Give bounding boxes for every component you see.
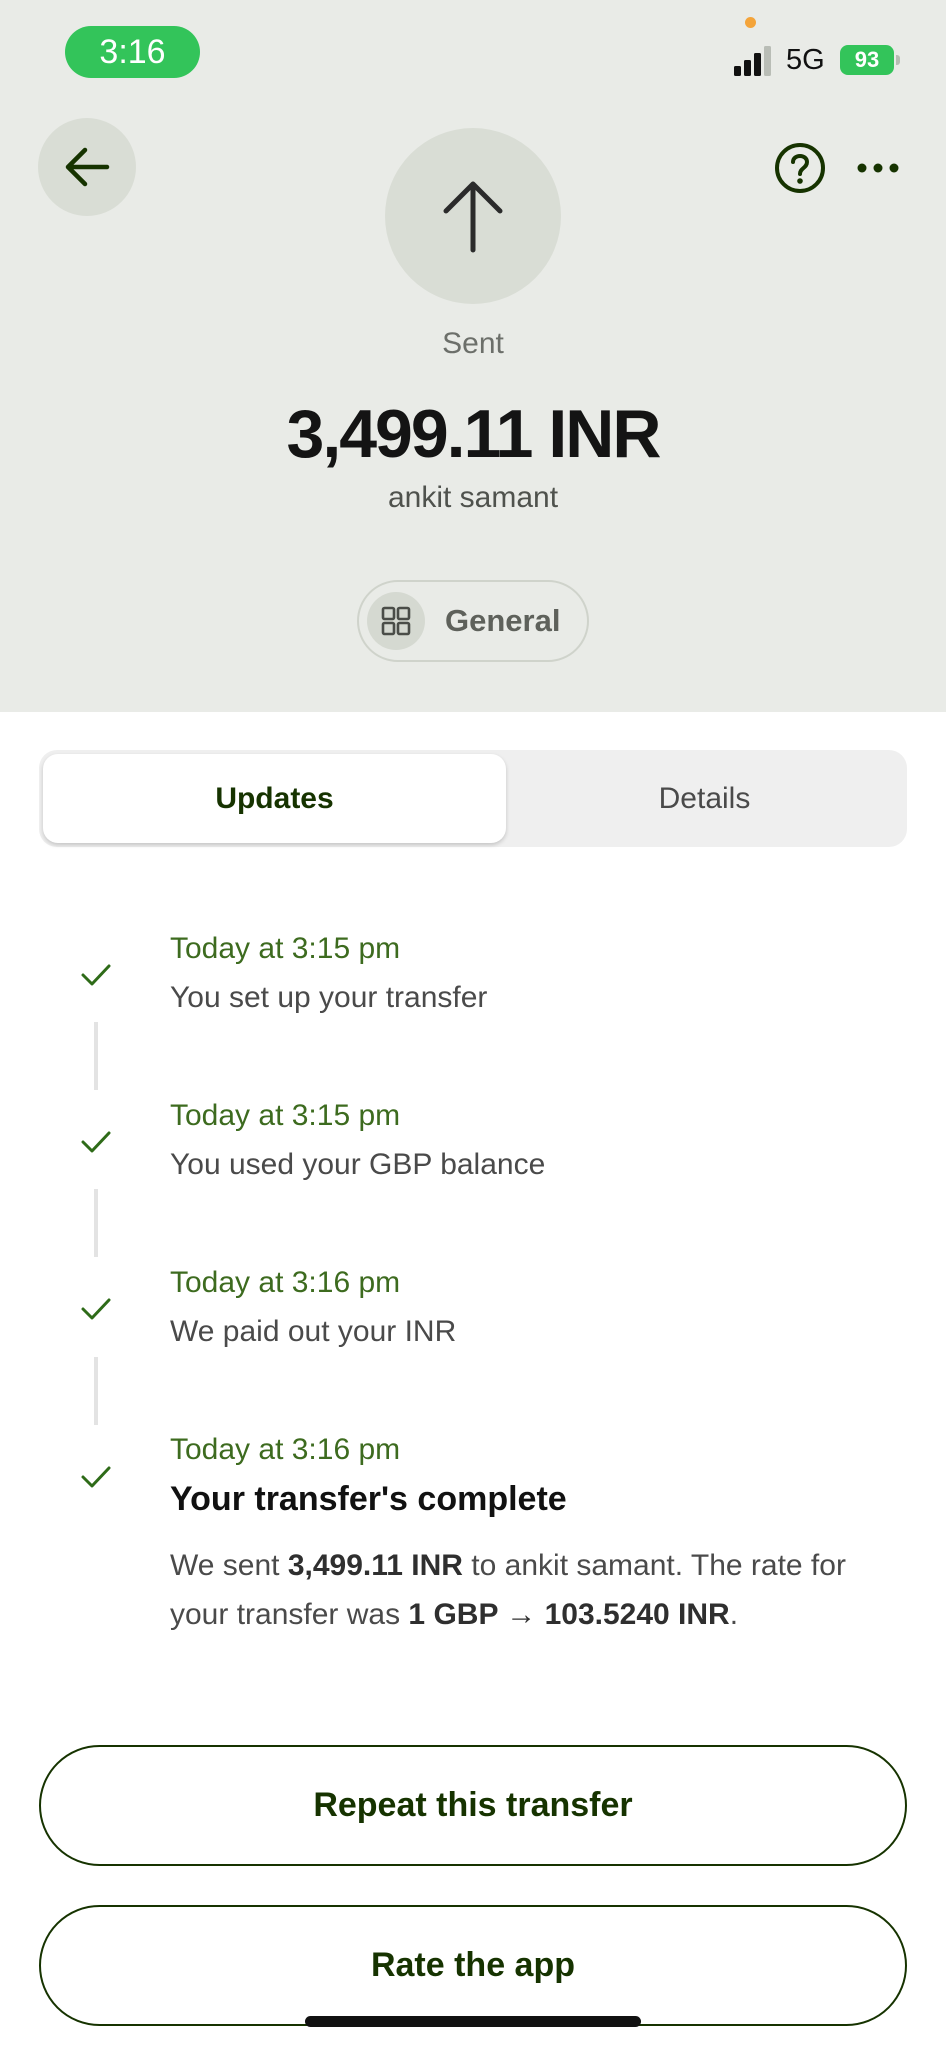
timeline-step-text: You used your GBP balance	[170, 1148, 546, 1181]
category-label: General	[445, 603, 561, 638]
help-button[interactable]	[772, 140, 828, 196]
tab-details[interactable]: Details	[506, 754, 903, 843]
transfer-type-badge	[385, 128, 561, 304]
signal-icon	[734, 46, 771, 76]
network-type: 5G	[786, 44, 825, 76]
timeline-connector	[94, 1189, 98, 1257]
battery-icon: 93	[840, 45, 900, 75]
recipient-name: ankit samant	[387, 481, 559, 514]
check-icon	[78, 1124, 114, 1160]
timeline-step-time: Today at 3:16 pm	[170, 1266, 401, 1299]
rate-app-button[interactable]: Rate the app	[39, 1905, 907, 2026]
timeline-step-title: Your transfer's complete	[170, 1480, 567, 1518]
timeline-step-time: Today at 3:15 pm	[170, 1099, 401, 1132]
timeline-step-time: Today at 3:15 pm	[170, 932, 401, 965]
timeline-connector	[94, 1357, 98, 1425]
more-button[interactable]	[850, 140, 906, 196]
desc-text: .	[729, 1598, 739, 1631]
transfer-amount: 3,499.11 INR	[286, 396, 662, 472]
desc-amount: 3,499.11 INR	[287, 1549, 463, 1582]
battery-cap	[896, 55, 900, 65]
arrow-left-icon	[65, 147, 110, 187]
arrow-up-icon	[443, 181, 503, 253]
timeline-step-time: Today at 3:16 pm	[170, 1433, 401, 1466]
timeline-step-text: We paid out your INR	[170, 1315, 457, 1348]
transfer-header: 3:16 5G 93 Sent 3,499.11 INR ankit saman…	[0, 0, 946, 712]
status-bar-time: 3:16	[65, 26, 200, 78]
tab-updates[interactable]: Updates	[43, 754, 506, 843]
more-horizontal-icon	[857, 163, 899, 173]
home-indicator	[305, 2016, 641, 2027]
tab-switcher: Updates Details	[39, 750, 907, 847]
timeline-step-description: We sent 3,499.11 INR to ankit samant. Th…	[170, 1541, 910, 1639]
category-chip[interactable]: General	[357, 580, 589, 662]
help-circle-icon	[775, 143, 825, 193]
timeline-step-text: You set up your transfer	[170, 981, 488, 1014]
desc-rate: 1 GBP → 103.5240 INR	[408, 1598, 730, 1631]
desc-text: We sent	[170, 1549, 288, 1582]
back-button[interactable]	[38, 118, 136, 216]
transfer-status-label: Sent	[442, 327, 504, 360]
privacy-indicator-dot	[745, 17, 756, 28]
timeline-connector	[94, 1022, 98, 1090]
check-icon	[78, 957, 114, 993]
battery-level: 93	[840, 45, 894, 75]
check-icon	[78, 1459, 114, 1495]
check-icon	[78, 1291, 114, 1327]
repeat-transfer-button[interactable]: Repeat this transfer	[39, 1745, 907, 1866]
grid-icon	[367, 592, 425, 650]
